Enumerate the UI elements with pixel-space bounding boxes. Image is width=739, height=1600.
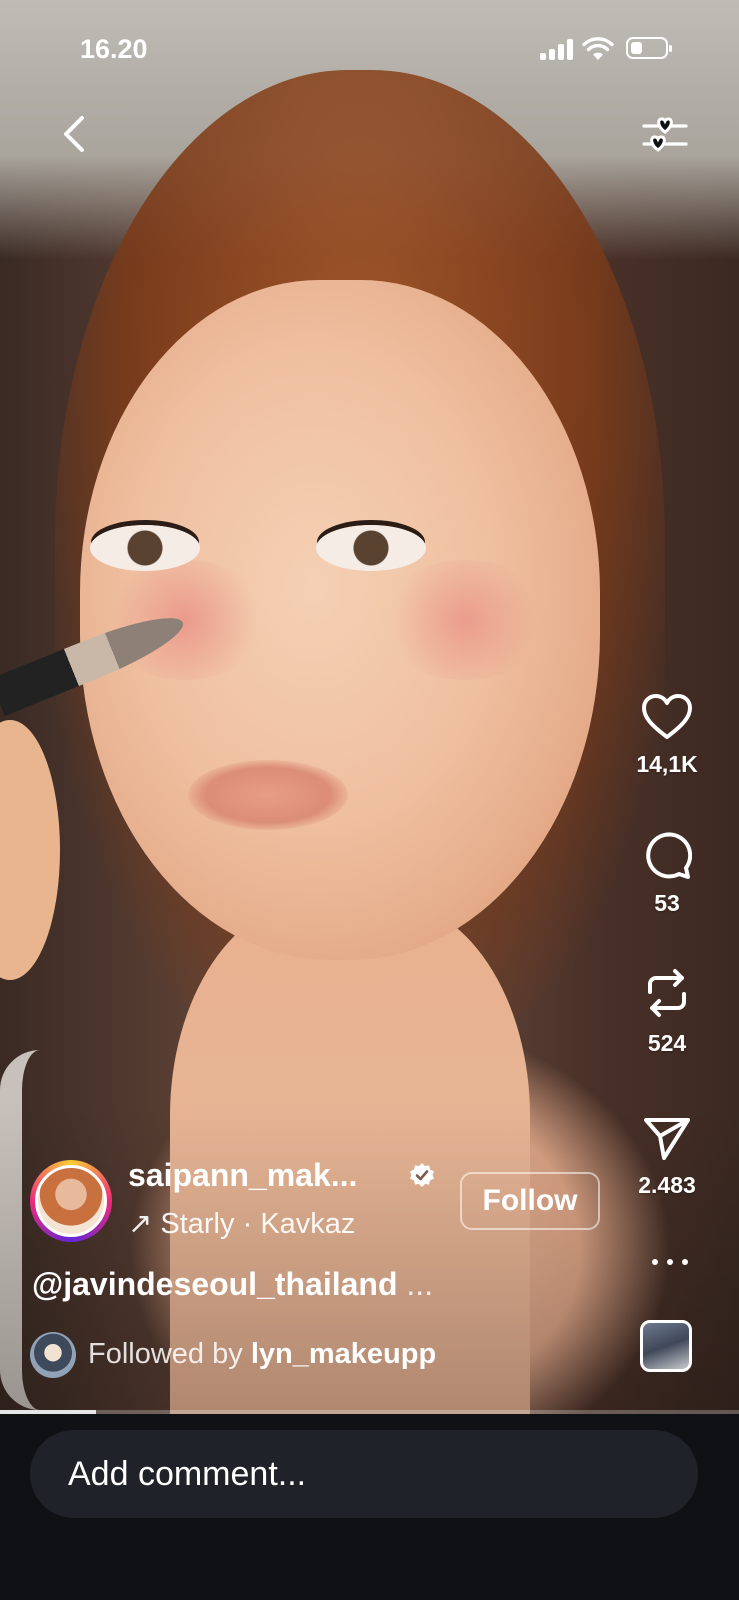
like-action[interactable]: 14,1K [624,693,710,778]
more-dots-icon[interactable] [650,1250,690,1274]
followed-by-text[interactable]: Followed by lyn_makeupp [88,1338,436,1371]
audio-artist: Starly [160,1208,235,1240]
share-count: 2.483 [638,1172,696,1198]
audio-arrow-icon: ↗ [128,1208,153,1240]
comment-bar: Add comment... [0,1414,739,1600]
audio-attribution[interactable]: ↗ Starly · Kavkaz [128,1206,355,1241]
battery-level [631,42,642,54]
follow-button[interactable]: Follow [460,1172,600,1230]
followed-by-user[interactable]: lyn_makeupp [251,1338,436,1370]
repost-count: 524 [647,1030,687,1056]
audio-track: Kavkaz [260,1208,356,1240]
status-bar: 16.20 [0,0,739,100]
hand [0,720,60,980]
paper-plane-icon[interactable] [642,1112,692,1162]
eye-left [90,525,200,571]
add-comment-input[interactable]: Add comment... [30,1430,698,1518]
battery-icon [626,37,672,59]
caption[interactable]: @javindeseoul_thailand ... [32,1266,433,1303]
followed-by-prefix: Followed by [88,1338,243,1370]
caption-mention[interactable]: @javindeseoul_thailand [32,1266,398,1302]
lips [188,760,348,830]
back-chevron-icon[interactable] [56,112,96,156]
repost-icon[interactable] [644,966,690,1020]
audio-thumbnail[interactable] [640,1320,692,1372]
verified-badge-icon [410,1163,434,1187]
share-action[interactable]: 2.483 [624,1112,710,1199]
like-count: 14,1K [636,751,698,777]
speech-bubble-icon[interactable] [642,830,692,880]
repost-action[interactable]: 524 [624,966,710,1057]
eye-right [316,525,426,571]
audio-separator: · [242,1208,253,1240]
caption-more[interactable]: ... [406,1266,433,1302]
status-time: 16.20 [80,34,148,64]
wifi-icon [582,37,614,60]
heart-icon[interactable] [641,693,693,741]
signal-icon [540,38,576,60]
author-avatar-ring[interactable] [30,1160,112,1242]
followed-by-avatar[interactable] [30,1332,76,1378]
comment-action[interactable]: 53 [624,830,710,917]
sliders-heart-icon[interactable] [640,110,690,160]
comment-count: 53 [654,890,680,916]
author-avatar[interactable] [35,1165,107,1237]
author-username[interactable]: saipann_mak... [128,1157,357,1194]
blush-right [380,560,550,680]
